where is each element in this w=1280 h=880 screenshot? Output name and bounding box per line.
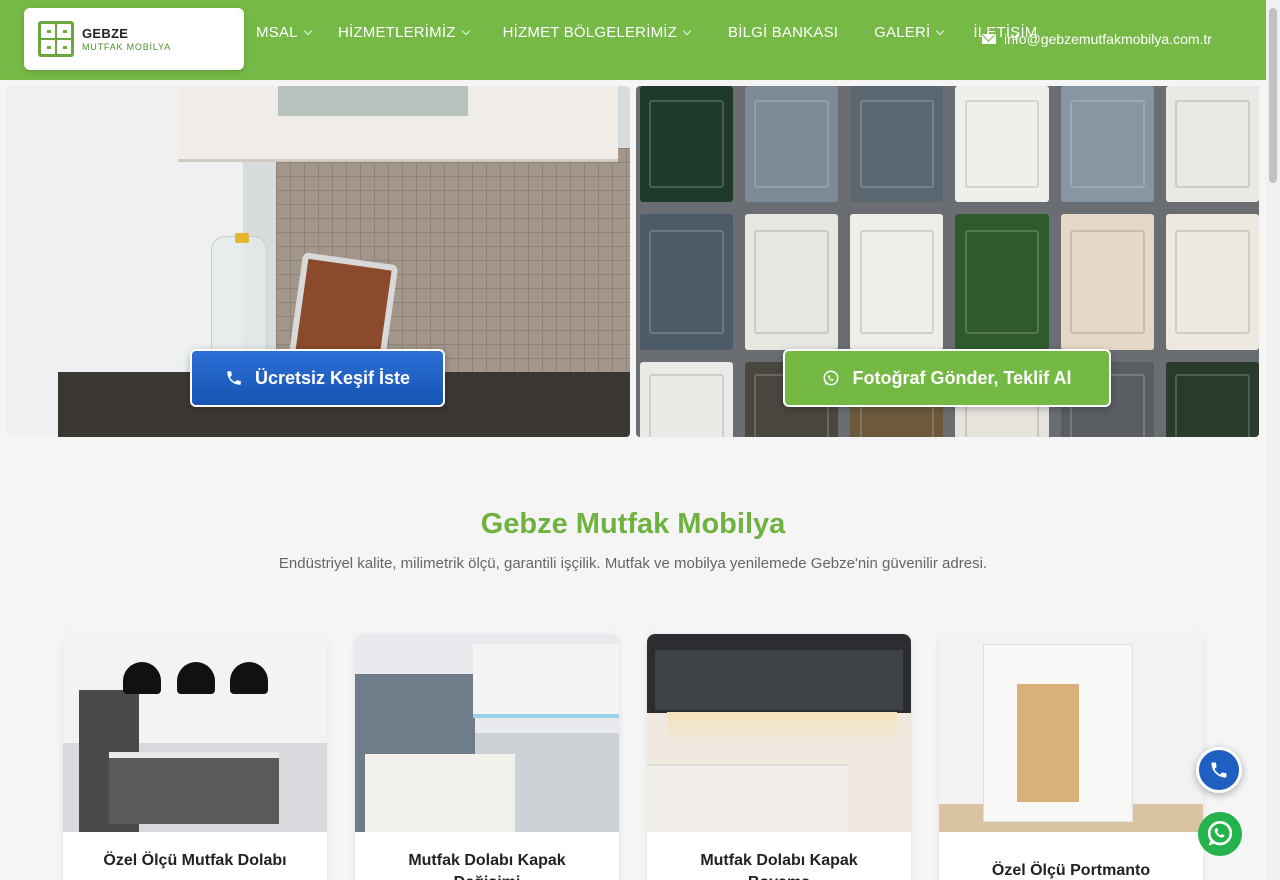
- service-card[interactable]: Mutfak Dolabı Kapak Değişimi: [355, 634, 619, 880]
- chevron-down-icon: [936, 26, 945, 35]
- service-card[interactable]: Mutfak Dolabı Kapak Boyama: [647, 634, 911, 880]
- service-card[interactable]: Özel Ölçü Mutfak Dolabı: [63, 634, 327, 880]
- free-survey-label: Ücretsiz Keşif İste: [254, 367, 411, 388]
- main-nav: MSAL HİZMETLERİMİZ HİZMET BÖLGELERİMİZ B…: [248, 24, 1038, 41]
- nav-item-label: HİZMET BÖLGELERİMİZ: [502, 24, 677, 41]
- service-card-title: Mutfak Dolabı Kapak Boyama: [700, 852, 858, 880]
- logo-subtitle: MUTFAK MOBİLYA: [82, 42, 171, 52]
- site-logo[interactable]: GEBZE MUTFAK MOBİLYA: [24, 8, 244, 70]
- scrollbar-thumb[interactable]: [1269, 8, 1277, 183]
- send-photo-quote-button[interactable]: Fotoğraf Gönder, Teklif Al: [783, 349, 1111, 407]
- service-card-image: [355, 634, 619, 832]
- phone-icon: [1211, 762, 1227, 778]
- chevron-down-icon: [461, 26, 470, 35]
- nav-item-kurumsal[interactable]: MSAL: [248, 24, 332, 41]
- service-card-title: Mutfak Dolabı Kapak Değişimi: [408, 852, 566, 880]
- service-card[interactable]: Özel Ölçü Portmanto: [939, 634, 1203, 880]
- service-card-title: Özel Ölçü Portmanto: [991, 862, 1151, 879]
- nav-item-hizmet-bolgelerimiz[interactable]: HİZMET BÖLGELERİMİZ: [502, 24, 692, 41]
- service-cards: Özel Ölçü Mutfak Dolabı Mutfak Dolabı Ka…: [63, 634, 1203, 880]
- chevron-down-icon: [303, 26, 312, 35]
- service-card-image: [63, 634, 327, 832]
- whatsapp-icon: [1201, 815, 1239, 853]
- nav-item-bilgi-bankasi[interactable]: BİLGİ BANKASI: [728, 24, 838, 41]
- header-email-link[interactable]: info@gebzemutfakmobilya.com.tr: [982, 31, 1212, 47]
- nav-item-hizmetlerimiz[interactable]: HİZMETLERİMİZ: [338, 24, 470, 41]
- nav-item-label: HİZMETLERİMİZ: [338, 24, 456, 41]
- service-card-title: Özel Ölçü Mutfak Dolabı: [103, 852, 287, 869]
- floating-call-button[interactable]: [1196, 747, 1242, 793]
- chevron-down-icon: [682, 26, 692, 35]
- nav-item-galeri[interactable]: GALERİ: [874, 24, 945, 41]
- page-scrollbar[interactable]: [1266, 0, 1280, 880]
- nav-item-label: MSAL: [256, 24, 298, 41]
- whatsapp-icon: [823, 370, 839, 386]
- logo-title: GEBZE: [82, 26, 129, 41]
- service-card-image: [939, 634, 1203, 832]
- nav-item-label: GALERİ: [874, 24, 931, 41]
- nav-item-label: BİLGİ BANKASI: [728, 24, 839, 41]
- send-photo-quote-label: Fotoğraf Gönder, Teklif Al: [852, 367, 1072, 388]
- floating-whatsapp-button[interactable]: [1198, 812, 1242, 856]
- section-title: Gebze Mutfak Mobilya: [480, 508, 786, 540]
- envelope-icon: [982, 34, 996, 44]
- phone-icon: [227, 371, 241, 385]
- service-card-image: [647, 634, 911, 832]
- cabinet-logo-icon: [38, 21, 74, 57]
- free-survey-button[interactable]: Ücretsiz Keşif İste: [190, 349, 445, 407]
- header-email-text: info@gebzemutfakmobilya.com.tr: [1004, 31, 1212, 47]
- section-subtitle: Endüstriyel kalite, milimetrik ölçü, gar…: [278, 555, 988, 572]
